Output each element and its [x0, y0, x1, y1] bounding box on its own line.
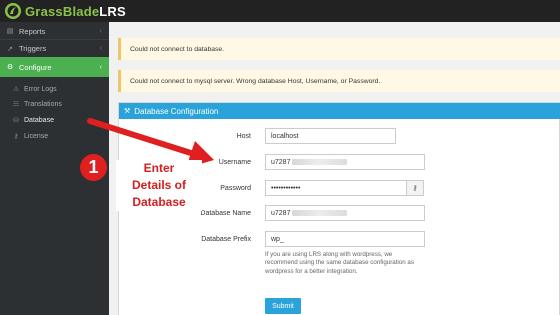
annotation-line: Enter [143, 161, 175, 175]
sidebar-item-label: Configure [19, 62, 52, 72]
sidebar-subitem-label: Database [24, 116, 54, 124]
annotation-text: Enter Details of Database [116, 160, 202, 211]
username-value: u7287 [271, 158, 291, 166]
sidebar-subitem-label: Error Logs [24, 85, 57, 93]
step-number-badge: 1 [80, 154, 107, 181]
chevron-left-icon: ‹ [99, 27, 102, 35]
bar-chart-icon: ▤ [6, 28, 14, 35]
database-prefix-label: Database Prefix [201, 236, 251, 243]
warning-icon: ⚠ [13, 86, 19, 93]
password-value: •••••••••••• [271, 184, 301, 192]
translate-icon: ☷ [13, 101, 19, 108]
sidebar-item-label: Triggers [19, 44, 47, 53]
prefix-help-text: If you are using LRS along with wordpres… [265, 251, 445, 276]
brand-name-suffix: LRS [99, 3, 126, 19]
password-input[interactable]: •••••••••••• [265, 180, 407, 196]
database-name-value: u7287 [271, 209, 291, 217]
chevron-down-icon: ‹ [99, 63, 102, 71]
show-password-key-icon[interactable]: ⚷ [406, 180, 424, 196]
redacted-mask [292, 159, 348, 165]
sidebar-subitem-license[interactable]: ⚷ License [0, 129, 109, 143]
help-line: wordpress for a better integration. [265, 267, 358, 275]
external-link-icon: ↗ [7, 45, 13, 53]
password-label: Password [220, 185, 251, 192]
username-input[interactable]: u7287 [265, 154, 425, 170]
database-name-input[interactable]: u7287 [265, 205, 425, 221]
sidebar-item-label: Reports [19, 26, 46, 36]
help-line: If you are using LRS along with wordpres… [265, 251, 393, 258]
panel-header: ⚒ Database Configuration [119, 103, 560, 119]
key-icon: ⚷ [13, 133, 19, 140]
notice-text: Could not connect to mysql server. Wrong… [130, 77, 381, 85]
sidebar-subitem-error-logs[interactable]: ⚠ Error Logs [0, 82, 109, 96]
notice-text: Could not connect to database. [130, 45, 225, 53]
notice-mysql-error: Could not connect to mysql server. Wrong… [118, 70, 560, 92]
submit-button[interactable]: Submit [265, 298, 301, 314]
annotation-line: Database [132, 195, 186, 209]
notice-database-error: Could not connect to database. [118, 38, 560, 60]
sidebar-subitem-database[interactable]: ⛁ Database [0, 113, 109, 127]
top-bar: GrassBladeLRS [0, 0, 560, 22]
sidebar-subitem-label: License [24, 132, 49, 140]
brand-logo[interactable]: GrassBladeLRS [4, 1, 126, 21]
sidebar-subitem-label: Translations [24, 100, 62, 108]
host-label: Host [236, 133, 251, 140]
sidebar-item-triggers[interactable]: ↗ Triggers ‹ [0, 39, 109, 57]
username-label: Username [218, 159, 251, 166]
host-input[interactable]: localhost [265, 128, 396, 144]
panel-title: Database Configuration [134, 106, 219, 116]
host-value: localhost [271, 132, 299, 140]
database-name-label: Database Name [200, 210, 251, 217]
database-icon: ⛁ [13, 117, 19, 124]
annotation-line: Details of [131, 178, 186, 192]
sidebar-item-reports[interactable]: ▤ Reports ‹ [0, 22, 109, 40]
help-line: recommend using the same database config… [265, 259, 414, 267]
app-window: GrassBladeLRS ▤ Reports ‹ ↗ Triggers ‹ ⚙… [0, 0, 560, 315]
redacted-mask [292, 210, 348, 216]
brand-name: GrassBladeLRS [25, 4, 126, 19]
database-prefix-input[interactable]: wp_ [265, 231, 425, 247]
gear-icon: ⚙ [6, 64, 14, 71]
wrench-icon: ⚒ [124, 108, 131, 115]
brand-name-main: GrassBlade [25, 3, 100, 19]
database-prefix-value: wp_ [271, 235, 284, 243]
sidebar-subitem-translations[interactable]: ☷ Translations [0, 97, 109, 111]
sidebar-item-configure[interactable]: ⚙ Configure ‹ [0, 57, 109, 77]
logo-icon [5, 3, 21, 19]
chevron-left-icon: ‹ [99, 45, 102, 52]
